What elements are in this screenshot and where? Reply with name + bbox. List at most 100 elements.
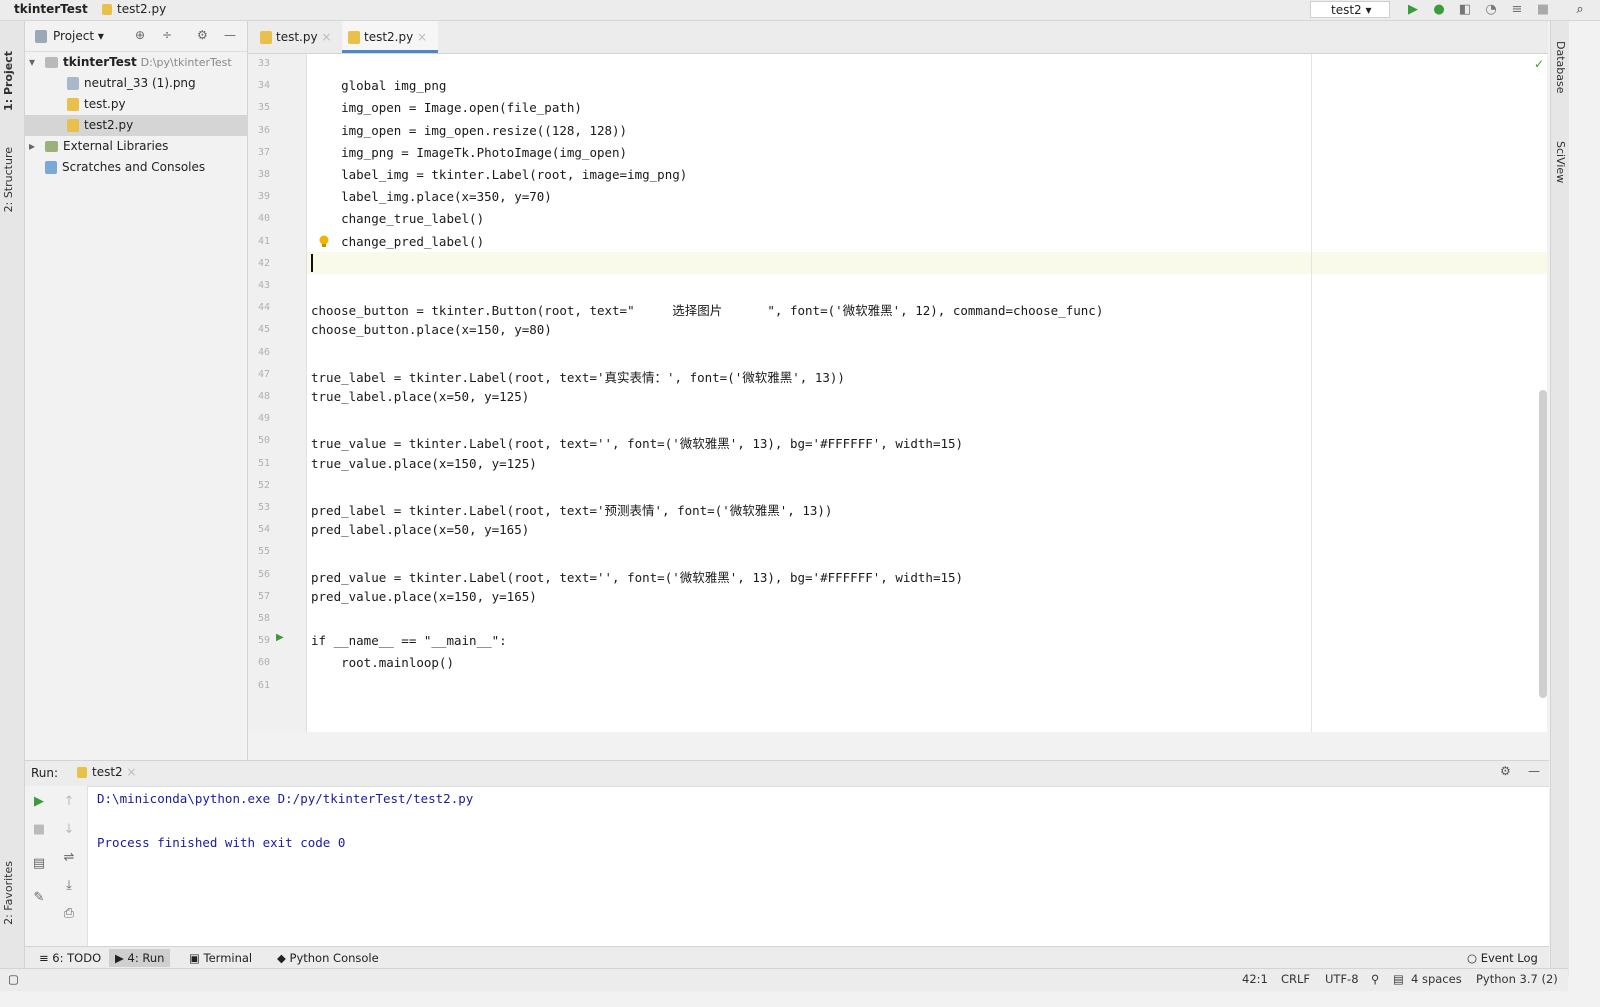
sciview-tool-tab[interactable]: SciView [1554,141,1567,183]
console-output-line: D:\miniconda\python.exe D:/py/tkinterTes… [97,791,474,806]
python-file-icon [348,31,360,44]
line-number: 36 [257,124,270,136]
code-editor[interactable]: global img_png img_open = Image.open(fil… [307,54,1547,732]
line-separator[interactable]: CRLF [1281,972,1310,986]
project-tool-tab[interactable]: 1: Project [2,51,15,111]
database-tool-tab[interactable]: Database [1554,41,1567,94]
search-icon[interactable]: ⌕ [1572,2,1588,18]
tab-test-py[interactable]: test.py × [254,21,340,53]
python-console-icon: ◆ [277,951,286,965]
close-icon[interactable]: × [127,765,137,779]
run-label: Run: [31,766,59,780]
stop-icon[interactable]: ■ [31,822,47,838]
minimize-icon[interactable]: — [224,28,236,42]
breadcrumb-project[interactable]: tkinterTest [14,2,88,16]
breadcrumb-file[interactable]: test2.py [102,2,166,16]
tab-test2-py[interactable]: test2.py × [342,21,438,53]
chevron-down-icon: ▾ [1365,3,1372,17]
run-tab[interactable]: ▶ 4: Run [109,949,171,967]
chevron-down-icon: ▾ [97,29,104,43]
terminal-tab-label: Terminal [203,951,253,965]
tree-item-test2-py[interactable]: test2.py [25,115,247,136]
gear-icon[interactable]: ⚙ [1500,764,1511,778]
editor-scrollbar[interactable] [1539,390,1547,698]
code-line: choose_button = tkinter.Button(root, tex… [311,303,1104,319]
debug-icon[interactable]: ● [1431,2,1447,18]
tree-item-test-py[interactable]: test.py [25,94,247,115]
intention-bulb-icon[interactable] [318,235,330,249]
scroll-to-end-icon[interactable]: ⤓ [61,878,77,894]
run-tab-test2[interactable]: test2 × [77,765,137,779]
line-number: 54 [257,524,270,536]
vcs-icon[interactable]: ⚲ [1371,972,1379,986]
tree-item-label: test.py [84,97,126,111]
project-panel: Project ▾ ⊕ ÷ ⚙ — ▾ tkinterTest D:\py\tki… [25,21,248,761]
line-number: 53 [257,502,270,513]
project-view-title[interactable]: Project ▾ [53,29,104,43]
python-file-icon [77,767,87,778]
tree-item-external-libraries[interactable]: ▸ External Libraries [25,136,247,157]
line-number: 49 [257,413,270,425]
concurrency-icon[interactable]: ≡ [1509,2,1525,18]
inspection-ok-icon: ✓ [1534,57,1545,71]
minimize-icon[interactable]: — [1528,764,1540,778]
gear-icon[interactable]: ⚙ [197,28,208,42]
python-file-icon [102,4,112,15]
line-number: 43 [257,280,270,291]
python-console-tab[interactable]: ◆ Python Console [271,949,385,967]
code-line: true_label.place(x=50, y=125) [311,389,530,404]
run-panel: Run: test2 × ⚙ — ▶ ↑ ■ ↓ ▤ ⇌ ⤓ ✎ ⎙ D:\mi… [25,760,1549,947]
code-line: true_value.place(x=150, y=125) [311,455,537,471]
code-line: pred_value.place(x=150, y=165) [311,588,537,604]
run-configuration-select[interactable]: test2 ▾ [1310,1,1390,18]
list-icon: ≡ [39,951,49,965]
profile-icon[interactable]: ◔ [1483,2,1499,18]
file-encoding[interactable]: UTF-8 [1325,972,1359,986]
target-icon[interactable]: ⊕ [135,28,145,42]
line-number: 57 [257,590,270,602]
status-toggle-icon[interactable]: ▢ [8,972,19,986]
right-tool-strip: Database SciView [1550,21,1569,976]
terminal-tab[interactable]: ▣ Terminal [183,949,258,967]
close-icon[interactable]: × [321,30,331,44]
line-number: 46 [257,346,270,358]
status-bar: ▢ 42:1 CRLF UTF-8 ⚲ ▤ 4 spaces Python 3.… [0,968,1568,991]
expand-icon: ▸ [29,139,36,153]
print-icon[interactable]: ⎙ [61,906,77,922]
line-number: 51 [257,457,270,469]
run-toolbar: ▶ ↑ ■ ↓ ▤ ⇌ ⤓ ✎ ⎙ [25,786,88,947]
line-number: 40 [257,213,270,225]
lock-icon[interactable]: ▤ [1393,972,1404,986]
layout-icon[interactable]: ▤ [31,856,47,872]
indent-setting[interactable]: 4 spaces [1411,972,1462,986]
scroll-down-icon[interactable]: ↓ [61,822,77,838]
event-log-tab[interactable]: ○ Event Log [1461,949,1544,967]
code-line: true_value = tkinter.Label(root, text=''… [311,436,964,452]
stop-icon[interactable]: ■ [1535,2,1551,18]
python-interpreter[interactable]: Python 3.7 (2) [1476,972,1558,986]
close-icon[interactable]: × [417,30,427,44]
run-icon[interactable]: ▶ [1405,2,1421,18]
pin-icon[interactable]: ✎ [31,890,47,906]
collapse-icon[interactable]: ÷ [162,28,172,42]
tree-item-scratches[interactable]: Scratches and Consoles [25,157,247,178]
code-line: pred_label = tkinter.Label(root, text='预… [311,503,833,518]
todo-tab[interactable]: ≡ 6: TODO [33,949,107,967]
tree-item-png[interactable]: neutral_33 (1).png [25,73,247,94]
coverage-icon[interactable]: ◧ [1457,2,1473,18]
python-file-icon [260,31,272,44]
folder-icon [45,57,58,68]
line-number: 41 [257,235,270,247]
tree-root[interactable]: ▾ tkinterTest D:\py\tkinterTest [25,52,247,73]
run-gutter-icon[interactable]: ▶ [276,632,284,643]
code-line: global img_png [311,78,447,94]
scroll-up-icon[interactable]: ↑ [61,794,77,810]
favorites-tool-tab[interactable]: 2: Favorites [2,861,15,925]
soft-wrap-icon[interactable]: ⇌ [61,850,77,866]
breadcrumb-file-label: test2.py [117,2,167,16]
caret-position[interactable]: 42:1 [1242,972,1268,986]
line-number: 61 [257,679,270,691]
editor-tabs: test.py × test2.py × [248,21,1548,54]
structure-tool-tab[interactable]: 2: Structure [2,147,15,212]
rerun-icon[interactable]: ▶ [31,794,47,810]
